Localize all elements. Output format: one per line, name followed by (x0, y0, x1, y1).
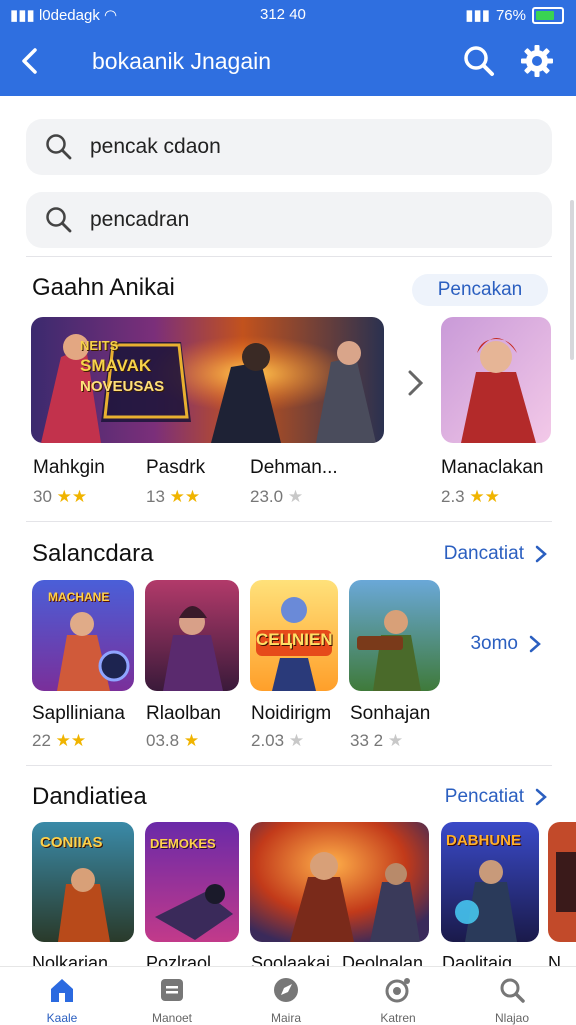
star-icon: ★★ (469, 487, 500, 506)
app-bar: ▮▮▮ l0dedagk ◠ 312 40 ▮▮▮ 76% bokaanik J… (0, 0, 576, 96)
wifi-icon: ◠ (104, 7, 118, 24)
battery-icon (532, 6, 564, 24)
star-icon: ★ (183, 731, 200, 750)
search-icon (500, 978, 525, 1003)
status-bar: ▮▮▮ l0dedagk ◠ 312 40 ▮▮▮ 76% (0, 0, 576, 30)
nav-item-home[interactable]: Kaale (12, 967, 112, 1025)
star-icon: ★ (288, 731, 305, 750)
star-icon: ★★ (55, 731, 87, 750)
battery-percent: 76% (495, 6, 526, 24)
page-title: bokaanik Jnagain (92, 48, 272, 74)
game-thumbnail[interactable] (548, 822, 576, 942)
game-title[interactable]: Rlaolban (146, 703, 221, 725)
search-input-primary[interactable]: pencak cdaon (26, 119, 552, 175)
library-icon (161, 979, 183, 1001)
nav-item-explore[interactable]: Maira (236, 967, 336, 1025)
game-rating: 23.0 ★ (250, 487, 304, 506)
section-action-link[interactable]: Pencatiat (445, 786, 548, 808)
game-title[interactable]: Mahkgin (33, 457, 105, 479)
game-title[interactable]: Pasdrk (146, 457, 205, 479)
art-text: CEЦNIEN (256, 630, 333, 649)
game-rating: 22 ★★ (32, 731, 87, 750)
divider (26, 765, 552, 766)
nav-label: Nlajao (494, 1011, 530, 1025)
cell-signal-icon: ▮▮▮ (465, 7, 490, 24)
banner-text: NEITS (80, 338, 119, 353)
art-text: MACHANE (48, 590, 110, 604)
search-text: pencak cdaon (90, 135, 221, 158)
nav-label: Maira (270, 1011, 301, 1025)
game-title[interactable]: Saplliniana (32, 703, 125, 725)
game-title[interactable]: Noidirigm (251, 703, 331, 725)
art-text: CONIIAS (40, 834, 103, 851)
search-text: pencadran (90, 208, 190, 231)
star-icon: ★★ (169, 487, 201, 506)
scrollbar[interactable] (570, 200, 574, 360)
search-icon[interactable] (462, 44, 496, 78)
clock: 312 40 (260, 6, 306, 23)
game-rating: 33 2 ★ (350, 731, 404, 750)
star-icon: ★ (287, 487, 304, 506)
chevron-right-icon[interactable] (404, 368, 426, 398)
compass-icon (274, 978, 298, 1002)
search-input-secondary[interactable]: pencadran (26, 192, 552, 248)
gear-icon[interactable] (520, 44, 554, 78)
divider (26, 521, 552, 522)
banner-text: NOVEUSAS (80, 378, 165, 395)
star-icon: ★ (387, 731, 404, 750)
game-thumbnail[interactable] (250, 822, 429, 942)
divider (26, 256, 552, 257)
bottom-navigation: Kaale Manoet Maira Katren Nlajao (0, 966, 576, 1025)
game-title[interactable]: Dehman... (250, 457, 338, 479)
search-icon (46, 134, 72, 160)
signal-icon: ▮▮▮ (10, 7, 35, 24)
game-rating: 2.03 ★ (251, 731, 305, 750)
game-rating: 13 ★★ (146, 487, 201, 506)
nav-label: Kaale (46, 1011, 78, 1025)
section-action-link[interactable]: Dancatiat (444, 543, 548, 565)
art-text: DABHUNE (446, 832, 521, 849)
game-thumbnail[interactable] (145, 580, 239, 691)
star-icon: ★★ (56, 487, 88, 506)
game-thumbnail[interactable] (349, 580, 440, 691)
nav-label: Katren (380, 1011, 416, 1025)
game-rating: 30 ★★ (33, 487, 88, 506)
chevron-right-icon (535, 788, 547, 806)
section-title: Gaahn Anikai (32, 274, 175, 301)
game-thumbnail[interactable] (441, 317, 551, 443)
nav-item-library[interactable]: Manoet (122, 967, 222, 1025)
section-title: Dandiatiea (32, 783, 147, 810)
banner-text: SMAVAK (80, 356, 152, 375)
nav-item-games[interactable]: Katren (348, 967, 448, 1025)
section-title: Salancdara (32, 540, 154, 567)
chevron-right-icon (535, 545, 547, 563)
chevron-right-icon (529, 635, 541, 653)
more-link[interactable]: 3omo (470, 633, 542, 655)
nav-item-search[interactable]: Nlajao (462, 967, 562, 1025)
game-title[interactable]: Manaclakan (441, 457, 543, 479)
art-text: DEMOKES (150, 836, 216, 851)
toolbar: bokaanik Jnagain (0, 30, 576, 96)
nav-label: Manoet (151, 1011, 193, 1025)
carrier-label: l0dedagk (38, 7, 100, 24)
game-rating: 03.8 ★ (146, 731, 200, 750)
home-icon (51, 979, 73, 1002)
game-rating: 2.3 ★★ (441, 487, 500, 506)
section-action-button[interactable]: Pencakan (412, 274, 548, 306)
search-icon (46, 207, 72, 233)
game-title[interactable]: Sonhajan (350, 703, 430, 725)
back-arrow-icon[interactable] (16, 46, 46, 76)
gamepad-icon (385, 978, 410, 1003)
